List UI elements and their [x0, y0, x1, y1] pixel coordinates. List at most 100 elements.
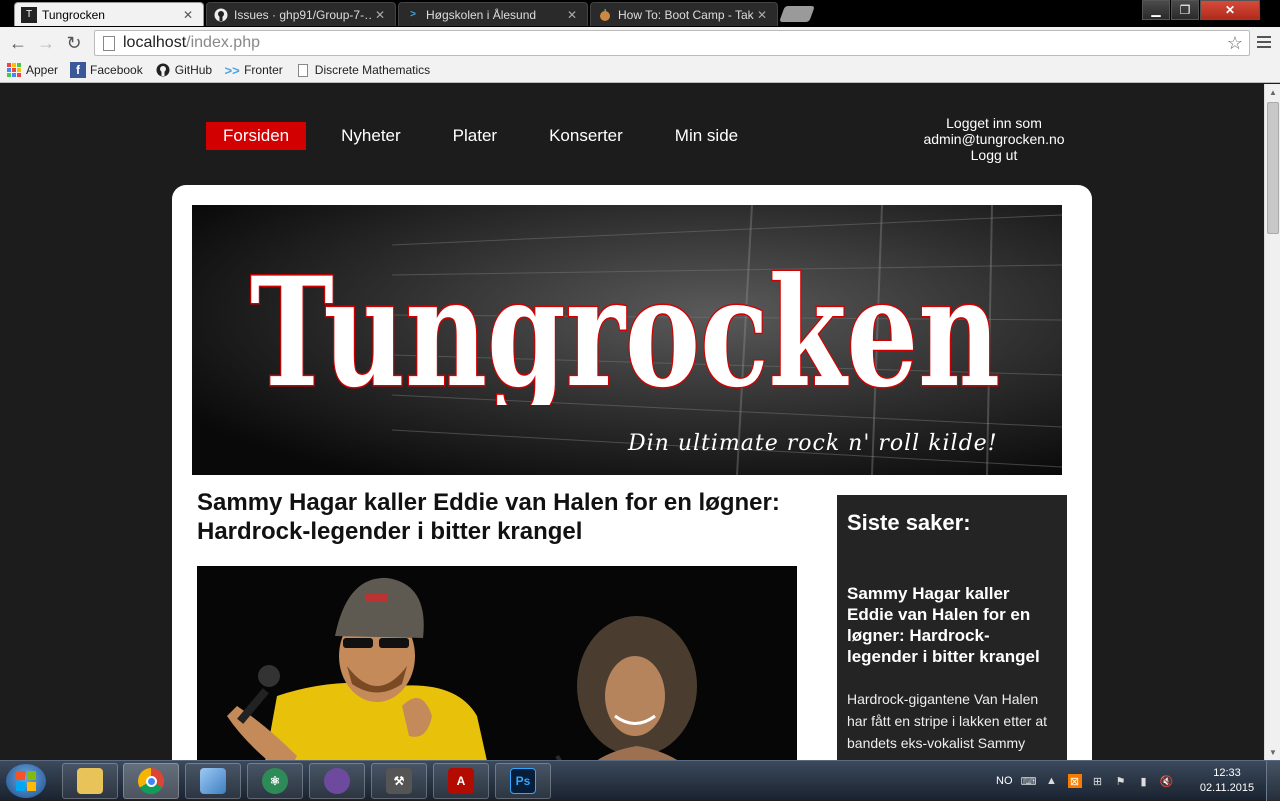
bookmark-star-icon[interactable]: ☆	[1227, 33, 1243, 54]
address-bar[interactable]: localhost/index.php ☆	[94, 30, 1250, 56]
site-banner: Tungrocken Din ultimate rock n' roll kil…	[192, 205, 1062, 475]
tab-bootcamp[interactable]: How To: Boot Camp - Tak ✕	[590, 2, 778, 26]
close-tab-icon[interactable]: ✕	[565, 8, 579, 22]
tab-tungrocken[interactable]: T Tungrocken ✕	[14, 2, 204, 26]
sidebar-heading: Siste saker:	[847, 510, 971, 535]
new-tab-button[interactable]	[779, 6, 815, 22]
url-path: /index.php	[186, 34, 260, 51]
page-logo-icon: T	[21, 6, 37, 23]
atom-icon: ⚛	[262, 768, 288, 794]
site-logo: Tungrocken	[249, 244, 1002, 406]
photoshop-icon: Ps	[510, 768, 536, 794]
apple-icon	[597, 7, 613, 23]
nav-forsiden[interactable]: Forsiden	[206, 122, 307, 150]
show-hidden-icons-icon[interactable]: ▲	[1045, 774, 1059, 788]
bookmark-label: Discrete Mathematics	[314, 63, 431, 77]
github-desktop-icon	[324, 768, 350, 794]
bookmark-apps[interactable]: Apper	[6, 62, 58, 78]
url-host: localhost	[123, 34, 187, 51]
tab-label: Issues · ghp91/Group-7-…	[234, 7, 373, 22]
site-nav: Forsiden Nyheter Plater Konserter Min si…	[206, 122, 773, 150]
github-icon	[213, 7, 229, 23]
close-tab-icon[interactable]: ✕	[181, 8, 195, 22]
page-icon	[103, 35, 115, 51]
latest-news-sidebar: Siste saker: Sammy Hagar kaller Eddie va…	[837, 495, 1067, 760]
content-panel: Tungrocken Din ultimate rock n' roll kil…	[172, 185, 1092, 760]
article-title[interactable]: Sammy Hagar kaller Eddie van Halen for e…	[197, 488, 807, 546]
back-arrow-icon[interactable]: ←	[6, 31, 30, 55]
volume-icon[interactable]: 🔇	[1160, 774, 1174, 788]
bookmarks-bar: Apper f Facebook GitHub >> Fronter Discr…	[0, 58, 1280, 83]
taskbar-chrome[interactable]	[123, 763, 179, 799]
page-icon	[295, 62, 311, 78]
page-scrollbar[interactable]: ▲ ▼	[1264, 84, 1280, 760]
github-icon	[155, 62, 171, 78]
login-user: admin@tungrocken.no	[923, 131, 1065, 147]
page-viewport: Forsiden Nyheter Plater Konserter Min si…	[0, 84, 1264, 760]
login-status: Logget inn som admin@tungrocken.no Logg …	[904, 115, 1084, 163]
windows-logo-icon	[16, 771, 36, 791]
xampp-icon[interactable]: ⊠	[1067, 774, 1082, 788]
bookmark-facebook[interactable]: f Facebook	[70, 62, 143, 78]
language-indicator[interactable]: NO	[996, 775, 1013, 787]
taskbar-file-explorer[interactable]	[62, 763, 118, 799]
file-explorer-icon	[77, 768, 103, 794]
clock-time: 12:33	[1213, 767, 1241, 779]
taskbar-atom[interactable]: ⚛	[247, 763, 303, 799]
fronter-icon: >	[410, 9, 416, 20]
close-tab-icon[interactable]: ✕	[373, 8, 387, 22]
nav-min-side[interactable]: Min side	[658, 122, 755, 150]
taskbar-tools[interactable]: ⚒	[371, 763, 427, 799]
taskbar-virtualbox[interactable]	[185, 763, 241, 799]
forward-arrow-icon[interactable]: →	[34, 31, 58, 55]
sidebar-article-excerpt: Hardrock-gigantene Van Halen har fått en…	[847, 691, 1047, 751]
apps-grid-icon	[6, 62, 22, 78]
article-photo	[197, 566, 797, 760]
virtualbox-icon	[200, 768, 226, 794]
bookmark-label: Fronter	[244, 63, 283, 77]
start-button[interactable]	[6, 764, 46, 798]
maximize-button[interactable]: ❐	[1171, 0, 1199, 20]
acrobat-icon: A	[448, 768, 474, 794]
site-slogan: Din ultimate rock n' roll kilde!	[628, 431, 998, 456]
network-icon[interactable]: ▮	[1137, 774, 1151, 788]
windows-update-icon[interactable]: ⊞	[1091, 774, 1105, 788]
nav-plater[interactable]: Plater	[436, 122, 514, 150]
scroll-down-arrow-icon[interactable]: ▼	[1265, 744, 1280, 760]
keyboard-icon[interactable]: ⌨	[1021, 774, 1037, 788]
reload-icon[interactable]: ↻	[62, 31, 86, 55]
tab-hials[interactable]: > Høgskolen i Ålesund ✕	[398, 2, 588, 26]
scroll-up-arrow-icon[interactable]: ▲	[1265, 84, 1280, 100]
nav-konserter[interactable]: Konserter	[532, 122, 640, 150]
bookmark-discrete-math[interactable]: Discrete Mathematics	[295, 62, 430, 78]
facebook-icon: f	[70, 62, 87, 78]
clock[interactable]: 12:33 02.11.2015	[1196, 766, 1258, 796]
sidebar-article-title[interactable]: Sammy Hagar kaller Eddie van Halen for e…	[847, 583, 1057, 667]
nav-nyheter[interactable]: Nyheter	[324, 122, 418, 150]
tab-issues[interactable]: Issues · ghp91/Group-7-… ✕	[206, 2, 396, 26]
tab-label: How To: Boot Camp - Tak	[618, 7, 754, 22]
taskbar-github-desktop[interactable]	[309, 763, 365, 799]
tab-label: Tungrocken	[42, 7, 105, 22]
login-label: Logget inn som	[946, 115, 1042, 131]
show-desktop-button[interactable]	[1266, 761, 1280, 801]
scrollbar-thumb[interactable]	[1267, 102, 1279, 234]
taskbar-photoshop[interactable]: Ps	[495, 763, 551, 799]
chrome-icon	[138, 768, 164, 794]
system-tray: NO ⌨ ▲ ⊠ ⊞ ⚑ ▮ 🔇	[996, 761, 1174, 801]
bookmark-fronter[interactable]: >> Fronter	[224, 62, 283, 78]
logo-text: Tungrocken	[250, 245, 1000, 405]
tools-icon: ⚒	[386, 768, 412, 794]
bookmark-github[interactable]: GitHub	[155, 62, 212, 78]
clock-date: 02.11.2015	[1199, 782, 1255, 794]
flag-icon[interactable]: ⚑	[1114, 774, 1128, 788]
logout-link[interactable]: Logg ut	[904, 147, 1084, 163]
taskbar-acrobat[interactable]: A	[433, 763, 489, 799]
tab-strip: T Tungrocken ✕ Issues · ghp91/Group-7-… …	[0, 0, 1280, 27]
close-window-button[interactable]: ✕	[1200, 0, 1260, 20]
close-tab-icon[interactable]: ✕	[755, 8, 769, 22]
bookmark-label: Facebook	[90, 63, 143, 77]
bookmark-label: Apper	[26, 63, 59, 77]
minimize-button[interactable]: ▁	[1142, 0, 1170, 20]
chrome-menu-icon[interactable]	[1254, 32, 1274, 52]
